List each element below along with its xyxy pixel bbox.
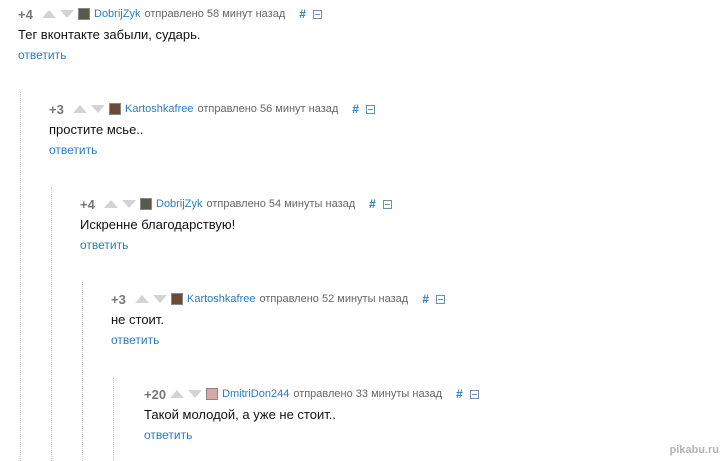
upvote-icon[interactable] [73, 105, 87, 113]
comment-timestamp: отправлено 56 минут назад [197, 103, 339, 115]
comment-text: Такой молодой, а уже не стоит.. [144, 407, 336, 422]
permalink-link[interactable]: # [422, 292, 429, 306]
permalink-link[interactable]: # [352, 102, 359, 116]
comment: +3 Kartoshkafree отправлено 52 минуты на… [111, 290, 445, 347]
downvote-icon[interactable] [153, 295, 167, 303]
collapse-icon[interactable] [435, 294, 445, 304]
comment-timestamp: отправлено 54 минуты назад [206, 198, 356, 210]
avatar[interactable] [206, 388, 219, 400]
reply-link[interactable]: ответить [18, 48, 322, 62]
comment-header: +20 DmitriDon244 отправлено 33 минуты на… [144, 385, 479, 403]
reply-link[interactable]: ответить [144, 428, 479, 442]
collapse-icon[interactable] [365, 104, 375, 114]
comment-rating: +4 [18, 6, 33, 22]
upvote-icon[interactable] [42, 10, 56, 18]
thread-line [113, 377, 114, 461]
permalink-link[interactable]: # [299, 7, 306, 21]
permalink-link[interactable]: # [369, 197, 376, 211]
avatar[interactable] [109, 103, 121, 115]
comment-rating: +4 [80, 196, 95, 212]
comment-author[interactable]: Kartoshkafree [125, 103, 193, 115]
watermark: pikabu.ru [669, 444, 719, 456]
comment: +3 Kartoshkafree отправлено 56 минут наз… [49, 100, 375, 157]
reply-link[interactable]: ответить [80, 238, 392, 252]
comment: +4 DobrijZyk отправлено 54 минуты назад … [80, 195, 392, 252]
comment-text: Искренне благодарствую! [80, 217, 236, 232]
comment-author[interactable]: Kartoshkafree [187, 293, 255, 305]
comment-author[interactable]: DobrijZyk [94, 8, 140, 20]
comment-timestamp: отправлено 52 минуты назад [259, 293, 409, 305]
comment-rating: +3 [111, 291, 126, 307]
comment-text: Тег вконтакте забыли, сударь. [18, 27, 201, 42]
comment-rating: +20 [144, 386, 167, 402]
comment-text: простите мсье.. [49, 122, 144, 137]
downvote-icon[interactable] [91, 105, 105, 113]
comment-timestamp: отправлено 33 минуты назад [293, 388, 443, 400]
comment-header: +3 Kartoshkafree отправлено 56 минут наз… [49, 100, 375, 118]
comment: +4 DobrijZyk отправлено 58 минут назад #… [18, 5, 322, 62]
comment-header: +4 DobrijZyk отправлено 58 минут назад # [18, 5, 322, 23]
thread-line [82, 282, 83, 461]
comment-text: не стоит. [111, 312, 164, 327]
avatar[interactable] [140, 198, 152, 210]
collapse-icon[interactable] [312, 9, 322, 19]
upvote-icon[interactable] [170, 390, 185, 398]
avatar[interactable] [171, 293, 183, 305]
upvote-icon[interactable] [135, 295, 149, 303]
comment-author[interactable]: DobrijZyk [156, 198, 202, 210]
downvote-icon[interactable] [188, 390, 203, 398]
downvote-icon[interactable] [60, 10, 74, 18]
comment-header: +4 DobrijZyk отправлено 54 минуты назад … [80, 195, 392, 213]
reply-link[interactable]: ответить [111, 333, 445, 347]
comment-header: +3 Kartoshkafree отправлено 52 минуты на… [111, 290, 445, 308]
collapse-icon[interactable] [469, 389, 479, 399]
thread-line [20, 92, 21, 461]
upvote-icon[interactable] [104, 200, 118, 208]
comment-timestamp: отправлено 58 минут назад [144, 8, 286, 20]
downvote-icon[interactable] [122, 200, 136, 208]
comment: +20 DmitriDon244 отправлено 33 минуты на… [144, 385, 479, 442]
comment-rating: +3 [49, 101, 64, 117]
comment-author[interactable]: DmitriDon244 [222, 388, 289, 400]
permalink-link[interactable]: # [456, 387, 463, 401]
collapse-icon[interactable] [382, 199, 392, 209]
avatar[interactable] [78, 8, 90, 20]
reply-link[interactable]: ответить [49, 143, 375, 157]
thread-line [51, 187, 52, 461]
